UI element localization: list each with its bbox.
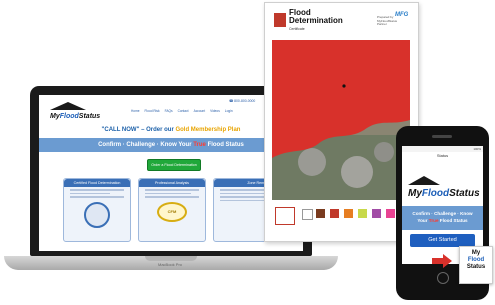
banner-text: Confirm · Challenge · Know Your [98, 142, 192, 148]
house-roof-icon: MyFloodStatus [50, 102, 100, 120]
legend-swatch [316, 209, 325, 218]
card-title: Professional Analysis [139, 179, 205, 187]
nav-item-login[interactable]: Login [225, 109, 233, 117]
laptop-brand: MacBook Pro [157, 262, 182, 267]
cfm-badge-icon: CFM [157, 201, 187, 222]
document-title-line2: Determination [289, 16, 343, 25]
tagline-gold-link[interactable]: Gold Membership Plan [175, 127, 240, 133]
phone-speaker [432, 135, 452, 138]
card-title: Certified Flood Determination [64, 179, 130, 187]
document-subtitle: Certificate [289, 27, 305, 31]
phone-banner: Confirm · Challenge · Know Your True Flo… [402, 206, 483, 230]
tagline-text: "CALL NOW" – Order our [101, 127, 174, 133]
nav-item-contact[interactable]: Contact [178, 109, 189, 117]
service-card-certified[interactable]: Certified Flood Determination [63, 178, 131, 242]
arrow-right-icon [432, 254, 452, 268]
document-logo: MFG [395, 12, 409, 18]
laptop-notch [145, 256, 197, 261]
nav-item-videos[interactable]: Videos [210, 109, 220, 117]
phone-status-bar: 100% [402, 146, 483, 152]
legend-swatch [302, 209, 313, 220]
banner-highlight: True [193, 142, 206, 148]
legend-swatch [372, 209, 381, 218]
legend-swatch [344, 209, 353, 218]
site-phone: ☎ 800-800-0000 [229, 99, 256, 103]
phone-logo: MyFloodStatus [408, 176, 480, 199]
nav-item-flood-risk[interactable]: Flood Risk [145, 109, 160, 117]
phone-home-button[interactable] [437, 272, 449, 284]
banner-text-end: Flood Status [207, 142, 244, 148]
order-determination-button[interactable]: Order a Flood Determination [147, 159, 201, 171]
aerial-map-image [272, 40, 410, 200]
document-title: Flood Determination [289, 9, 359, 25]
phone-banner-line1: Confirm · Challenge · Know [412, 211, 473, 216]
app-icon-line3: Status [466, 264, 486, 270]
certificate-seal-icon [84, 201, 110, 228]
document-flag-icon [274, 13, 286, 27]
flood-zone-map [272, 40, 410, 200]
legend-swatch [330, 209, 339, 218]
app-icon-logo[interactable]: My Flood Status [459, 246, 493, 284]
nav-item-account[interactable]: Account [194, 109, 206, 117]
site-logo-text: MyFloodStatus [50, 113, 100, 120]
app-icon-line2: Flood [467, 257, 485, 263]
site-logo[interactable]: MyFloodStatus [48, 101, 128, 121]
map-legend-marker [275, 207, 295, 225]
service-card-analysis[interactable]: Professional Analysis CFM [138, 178, 206, 242]
nav-item-faqs[interactable]: FAQs [165, 109, 173, 117]
legend-swatch [386, 209, 395, 218]
phone-banner-line2: Your True Flood Status [417, 218, 468, 223]
house-roof-icon [408, 176, 440, 185]
app-icon-line1: My [471, 250, 481, 256]
phone-logo-text: MyFloodStatus [408, 188, 480, 199]
nav-item-home[interactable]: Home [131, 109, 140, 117]
phone-title: Status [436, 153, 449, 158]
legend-swatch [358, 209, 367, 218]
